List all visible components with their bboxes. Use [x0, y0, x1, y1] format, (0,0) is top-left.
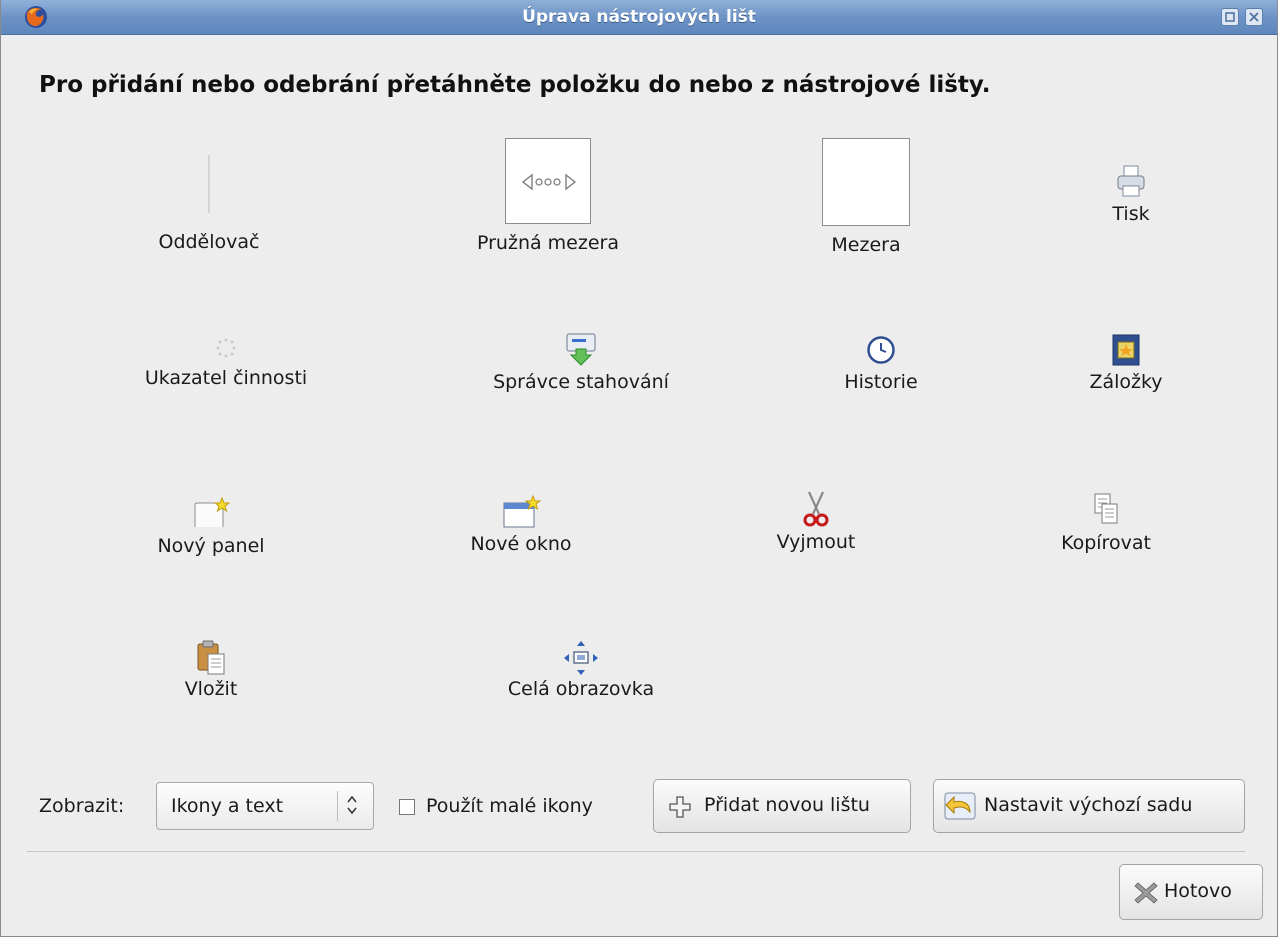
tool-label: Záložky: [1089, 371, 1163, 393]
download-manager-icon: [566, 333, 596, 366]
maximize-icon: [1225, 12, 1235, 22]
space-icon: [822, 138, 910, 226]
tool-separator[interactable]: Oddělovač: [139, 155, 279, 253]
tool-new-window[interactable]: Nové okno: [441, 495, 601, 555]
undo-arrow-icon: [944, 792, 976, 820]
window-title: Úprava nástrojových lišt: [522, 7, 756, 27]
small-icons-label[interactable]: Použít malé ikony: [426, 795, 593, 817]
plus-icon: [669, 796, 691, 818]
customize-toolbar-dialog: Úprava nástrojových lišt Pro přidání neb…: [0, 0, 1278, 937]
select-divider: [337, 791, 338, 821]
tool-label: Správce stahování: [493, 371, 669, 393]
small-icons-checkbox[interactable]: [399, 799, 415, 815]
tool-fullscreen[interactable]: Celá obrazovka: [466, 640, 696, 700]
tool-activity-indicator[interactable]: Ukazatel činnosti: [116, 338, 336, 389]
bookmarks-icon: [1112, 334, 1140, 366]
tool-label: Pružná mezera: [477, 232, 619, 254]
new-tab-icon: [194, 497, 231, 527]
show-label: Zobrazit:: [39, 795, 125, 817]
tool-label: Mezera: [831, 234, 901, 256]
tool-label: Tisk: [1112, 203, 1150, 225]
tool-paste[interactable]: Vložit: [151, 640, 271, 700]
tool-space[interactable]: Mezera: [801, 138, 931, 256]
close-x-icon: [1134, 882, 1158, 904]
history-clock-icon: [867, 336, 895, 364]
tool-bookmarks[interactable]: Záložky: [1051, 333, 1201, 393]
tool-label: Historie: [844, 371, 918, 393]
show-mode-value: Ikony a text: [171, 795, 284, 817]
tool-label: Vyjmout: [776, 531, 856, 553]
flexible-space-icon: [505, 138, 591, 224]
tool-label: Celá obrazovka: [507, 678, 655, 700]
tool-history[interactable]: Historie: [816, 335, 946, 393]
copy-icon: [1094, 493, 1118, 524]
fullscreen-icon: [564, 641, 598, 675]
add-toolbar-button[interactable]: Přidat novou lištu: [653, 779, 911, 833]
tool-download-manager[interactable]: Správce stahování: [461, 333, 701, 393]
tool-label: Nový panel: [157, 535, 265, 557]
maximize-button[interactable]: [1221, 8, 1239, 26]
print-icon: [1117, 165, 1145, 197]
close-icon: [1249, 12, 1259, 22]
tool-label: Vložit: [184, 678, 238, 700]
done-button[interactable]: Hotovo: [1119, 864, 1263, 920]
instructions-heading: Pro přidání nebo odebrání přetáhněte pol…: [39, 72, 991, 98]
divider: [27, 851, 1245, 852]
tool-print[interactable]: Tisk: [1081, 165, 1181, 225]
tool-flexible-space[interactable]: Pružná mezera: [456, 138, 640, 254]
tool-copy[interactable]: Kopírovat: [1031, 492, 1181, 554]
add-toolbar-label: Přidat novou lištu: [704, 794, 870, 816]
close-window-button[interactable]: [1245, 8, 1263, 26]
new-window-icon: [503, 495, 541, 528]
restore-default-button[interactable]: Nastavit výchozí sadu: [933, 779, 1245, 833]
paste-clipboard-icon: [197, 640, 225, 675]
tool-label: Ukazatel činnosti: [144, 367, 308, 389]
restore-default-label: Nastavit výchozí sadu: [984, 794, 1193, 816]
updown-arrows-icon: [347, 795, 357, 815]
tool-cut[interactable]: Vyjmout: [746, 490, 886, 553]
title-bar[interactable]: Úprava nástrojových lišt: [1, 0, 1277, 35]
activity-throbber-icon: [216, 338, 236, 358]
cut-scissors-icon: [803, 491, 829, 527]
tool-label: Kopírovat: [1061, 532, 1151, 554]
tool-new-tab[interactable]: Nový panel: [131, 497, 291, 557]
separator-icon: [208, 155, 210, 213]
done-label: Hotovo: [1164, 880, 1232, 902]
show-mode-select[interactable]: Ikony a text: [156, 782, 374, 830]
tool-label: Oddělovač: [158, 231, 260, 253]
tool-label: Nové okno: [470, 533, 572, 555]
